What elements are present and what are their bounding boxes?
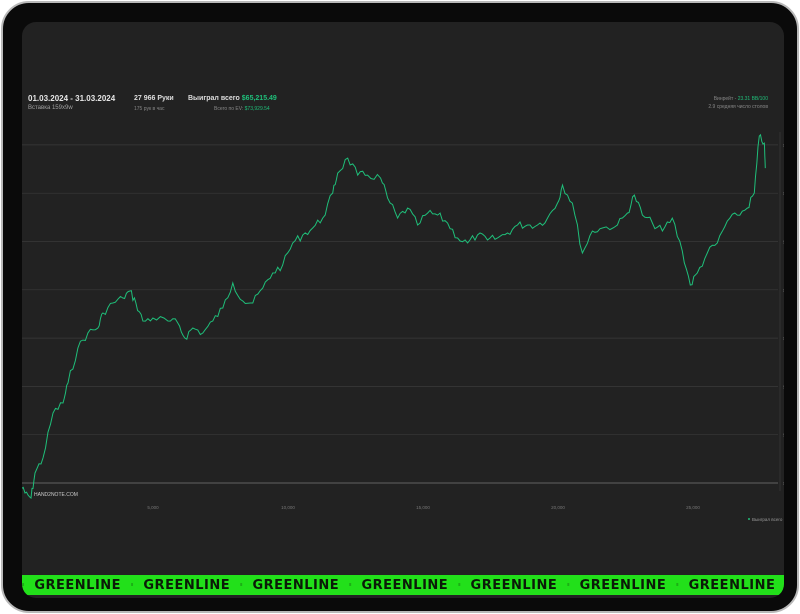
y-tick-label: $20,000 <box>783 384 784 389</box>
series-line-won-total <box>22 133 766 499</box>
graph-screen: 01.03.2024 - 31.03.2024 Вставка 159x9w 2… <box>22 22 784 598</box>
greenline-banner: ≡ GREENLINE ≡ GREENLINE ≡ GREENLINE ≡ GREENLINE… <box>22 575 784 595</box>
x-tick-label: 20,000 <box>551 505 565 510</box>
banner-text: GREENLINE <box>34 577 122 593</box>
profit-chart: $0 $10,000 $20,000 $30,000 $40,000 $50,000 $60… <box>22 132 784 522</box>
banner-text: GREENLINE <box>470 577 558 593</box>
y-tick-label: $50,000 <box>783 240 784 245</box>
banner-logo-icon: ≡ <box>131 582 134 587</box>
y-tick-label: $40,000 <box>783 288 784 293</box>
y-tick-label: $70,000 <box>783 143 784 148</box>
banner-logo-icon: ≡ <box>240 582 243 587</box>
y-tick-label: $60,000 <box>783 191 784 196</box>
banner-text: GREENLINE <box>579 577 667 593</box>
banner-logo-icon: ≡ <box>458 582 461 587</box>
y-tick-label: $10,000 <box>783 433 784 438</box>
banner-logo-icon: ≡ <box>349 582 352 587</box>
banner-text: GREENLINE <box>361 577 449 593</box>
y-tick-label: $30,000 <box>783 336 784 341</box>
banner-text: GREENLINE <box>252 577 340 593</box>
banner-text: GREENLINE <box>688 577 776 593</box>
x-tick-label: 10,000 <box>281 505 295 510</box>
x-tick-label: 5,000 <box>147 505 159 510</box>
banner-text: GREENLINE <box>143 577 231 593</box>
watermark: HAND2NOTE.COM <box>34 492 78 498</box>
banner-logo-icon: ≡ <box>22 582 25 587</box>
x-tick-label: 15,000 <box>416 505 430 510</box>
legend-label: Выиграл всего <box>752 517 783 522</box>
banner-logo-icon: ≡ <box>676 582 679 587</box>
x-tick-label: 25,000 <box>686 505 700 510</box>
legend-marker <box>748 518 750 520</box>
tablet-frame: 01.03.2024 - 31.03.2024 Вставка 159x9w 2… <box>1 1 799 613</box>
y-tick-label: $0 <box>783 481 784 486</box>
banner-logo-icon: ≡ <box>567 582 570 587</box>
